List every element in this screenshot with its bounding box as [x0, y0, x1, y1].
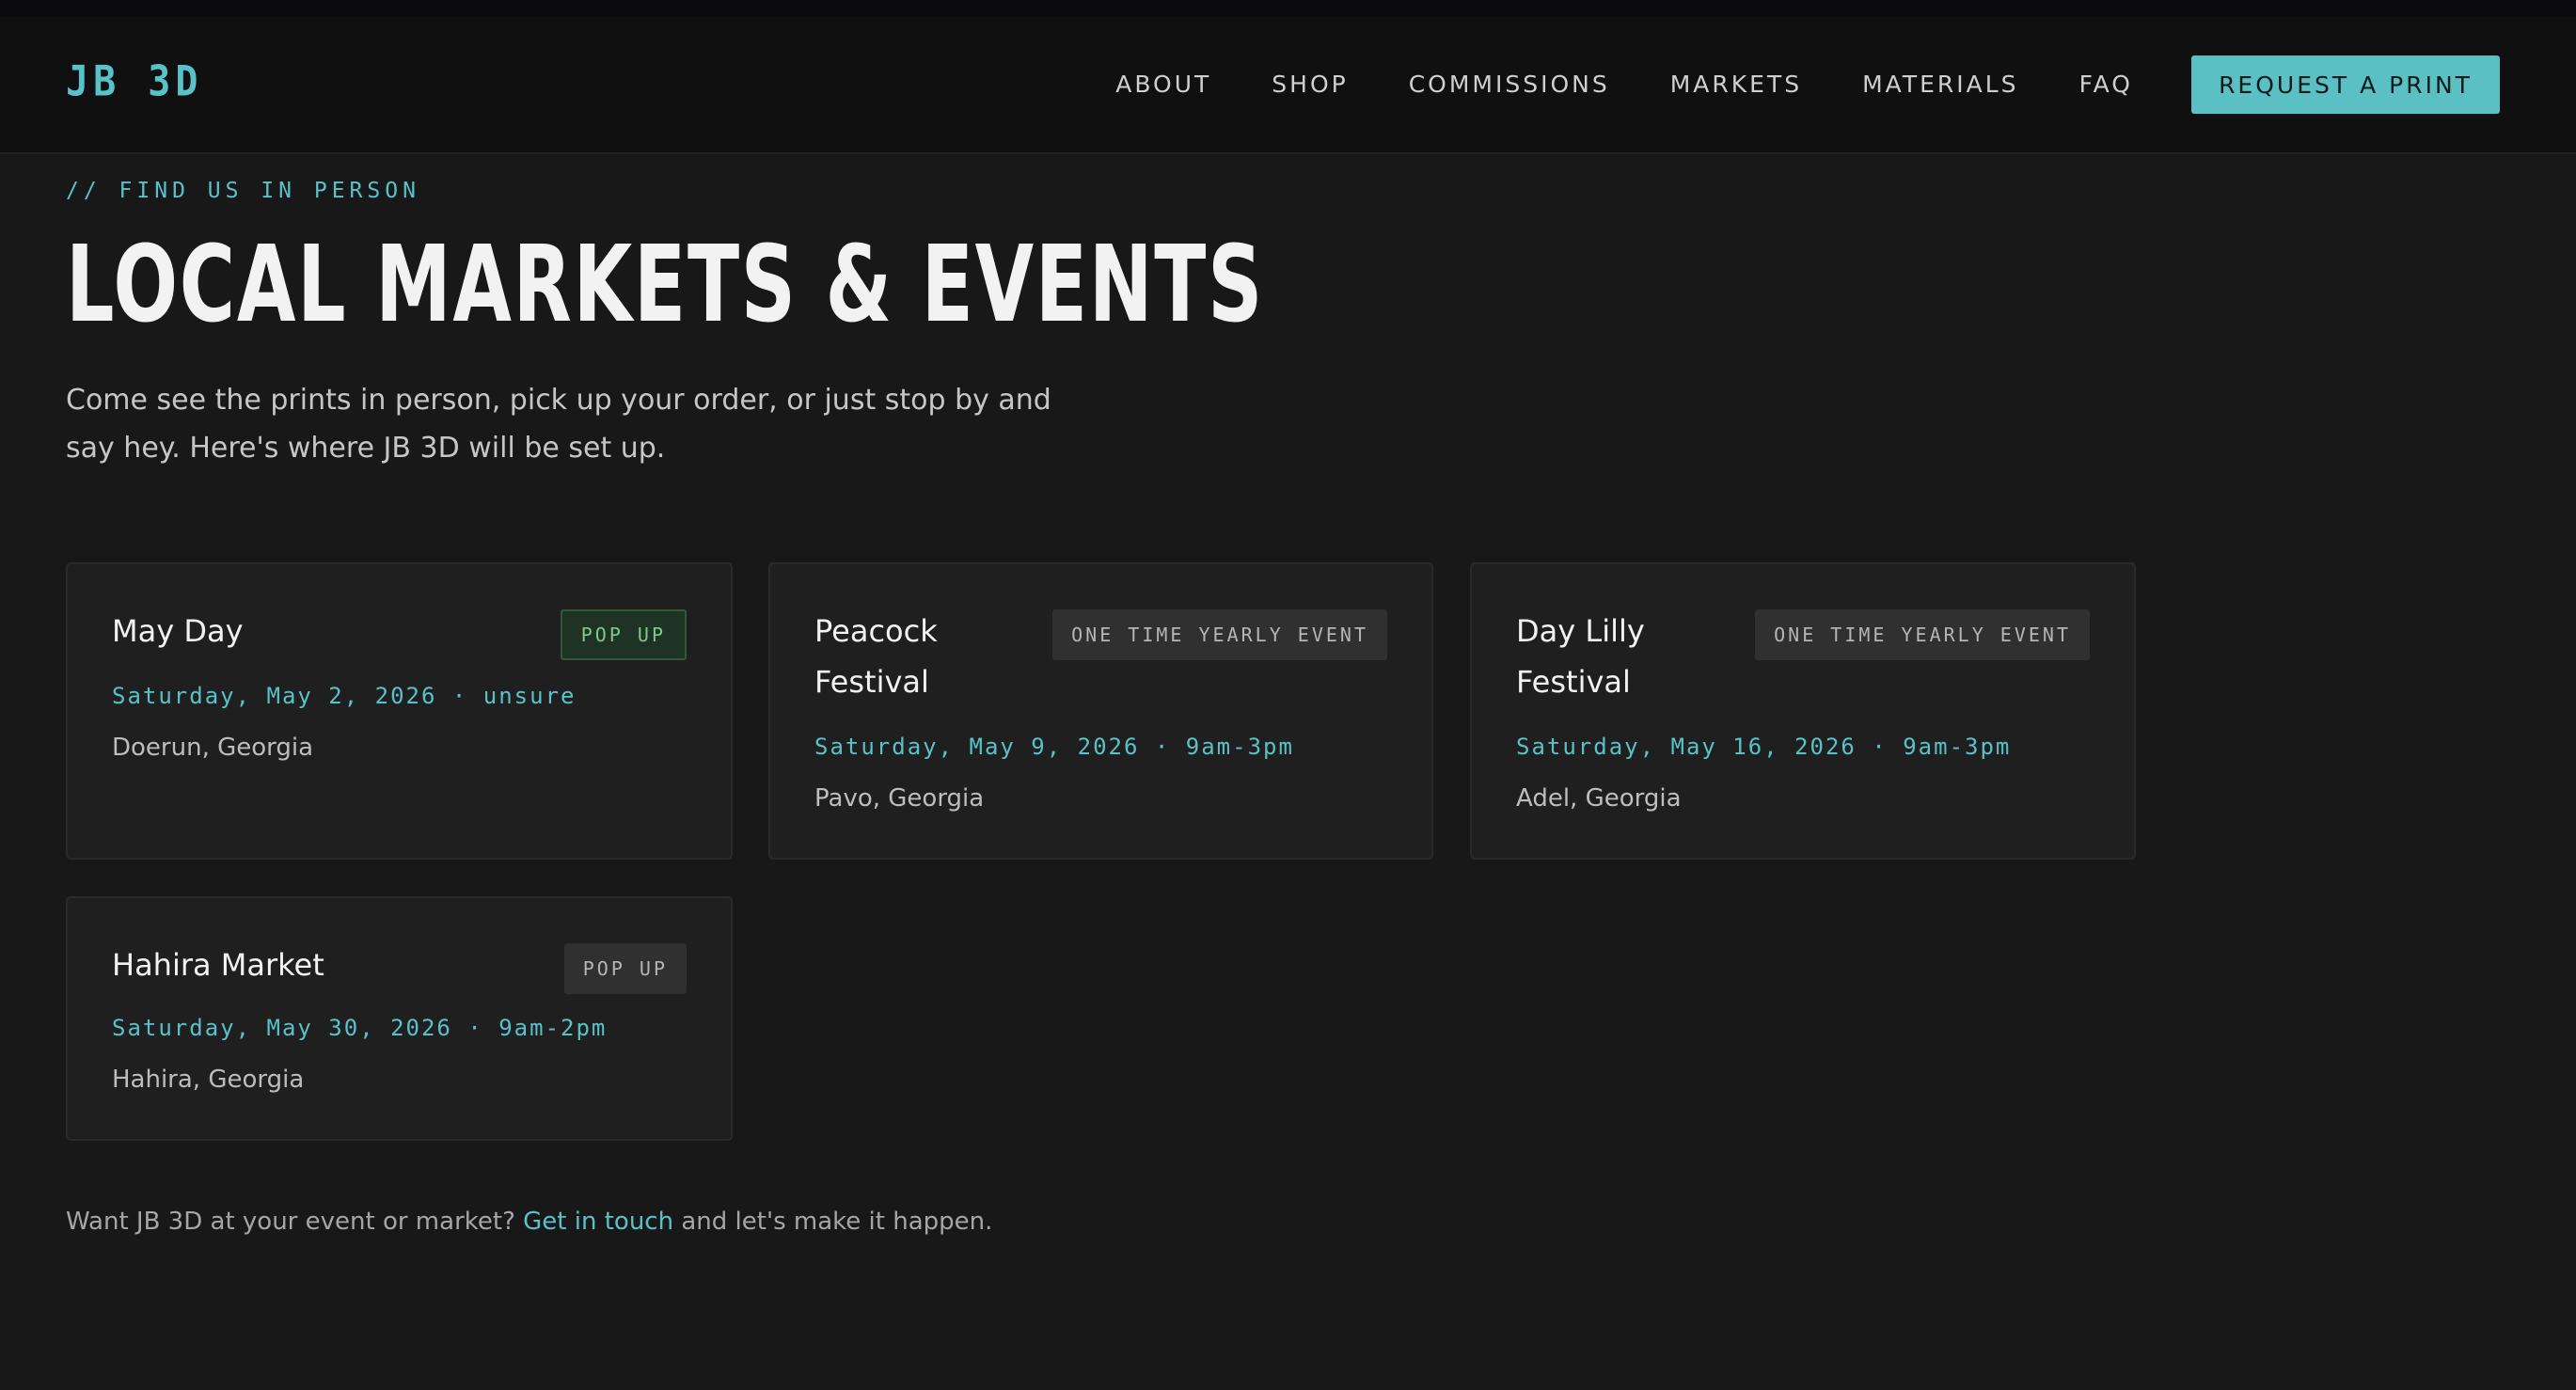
event-card: Peacock Festival ONE TIME YEARLY EVENT S…: [768, 562, 1433, 860]
footer-note-lead: Want JB 3D at your event or market?: [66, 1208, 524, 1236]
event-type-badge: ONE TIME YEARLY EVENT: [1755, 609, 2090, 660]
event-date: Saturday, May 30, 2026 · 9am-2pm: [112, 1015, 608, 1041]
nav-item-shop[interactable]: SHOP: [1272, 71, 1348, 99]
section-eyebrow: // FIND US IN PERSON: [66, 179, 420, 203]
event-location: Adel, Georgia: [1516, 784, 1682, 813]
intro-text: Come see the prints in person, pick up y…: [66, 384, 1051, 465]
nav-item-materials[interactable]: MATERIALS: [1862, 71, 2018, 99]
event-location: Doerun, Georgia: [112, 734, 314, 762]
event-card: Hahira Market POP UP Saturday, May 30, 2…: [66, 896, 733, 1141]
event-location: Hahira, Georgia: [112, 1066, 305, 1094]
event-date: Saturday, May 16, 2026 · 9am-3pm: [1516, 734, 2012, 760]
event-title: Peacock Festival: [814, 613, 938, 700]
logo[interactable]: JB 3D: [66, 54, 202, 110]
event-type-badge: POP UP: [563, 943, 687, 994]
event-card: Day Lilly Festival ONE TIME YEARLY EVENT…: [1470, 562, 2136, 860]
nav-links: ABOUT SHOP COMMISSIONS MARKETS MATERIALS…: [1115, 17, 2576, 152]
event-title: Day Lilly Festival: [1516, 613, 1645, 700]
navbar: JB 3D ABOUT SHOP COMMISSIONS MARKETS MAT…: [0, 17, 2576, 154]
page-title: LOCAL MARKETS & EVENTS: [66, 224, 1265, 347]
nav-item-markets[interactable]: MARKETS: [1670, 71, 1802, 99]
event-title: May Day: [112, 613, 244, 649]
nav-item-about[interactable]: ABOUT: [1115, 71, 1211, 99]
event-card: May Day POP UP Saturday, May 2, 2026 · u…: [66, 562, 733, 860]
top-strip: [0, 0, 2576, 17]
request-print-button[interactable]: REQUEST A PRINT: [2191, 55, 2500, 114]
event-date: Saturday, May 2, 2026 · unsure: [112, 683, 577, 709]
event-type-badge: POP UP: [560, 609, 687, 660]
footer-note: Want JB 3D at your event or market? Get …: [66, 1206, 992, 1238]
nav-item-faq[interactable]: FAQ: [2079, 71, 2133, 99]
event-date: Saturday, May 9, 2026 · 9am-3pm: [814, 734, 1294, 760]
event-title: Hahira Market: [112, 947, 324, 983]
nav-item-commissions[interactable]: COMMISSIONS: [1409, 71, 1610, 99]
event-type-badge: ONE TIME YEARLY EVENT: [1052, 609, 1387, 660]
get-in-touch-link[interactable]: Get in touch: [523, 1208, 673, 1236]
footer-note-tail: and let's make it happen.: [673, 1208, 993, 1236]
event-location: Pavo, Georgia: [814, 784, 985, 813]
